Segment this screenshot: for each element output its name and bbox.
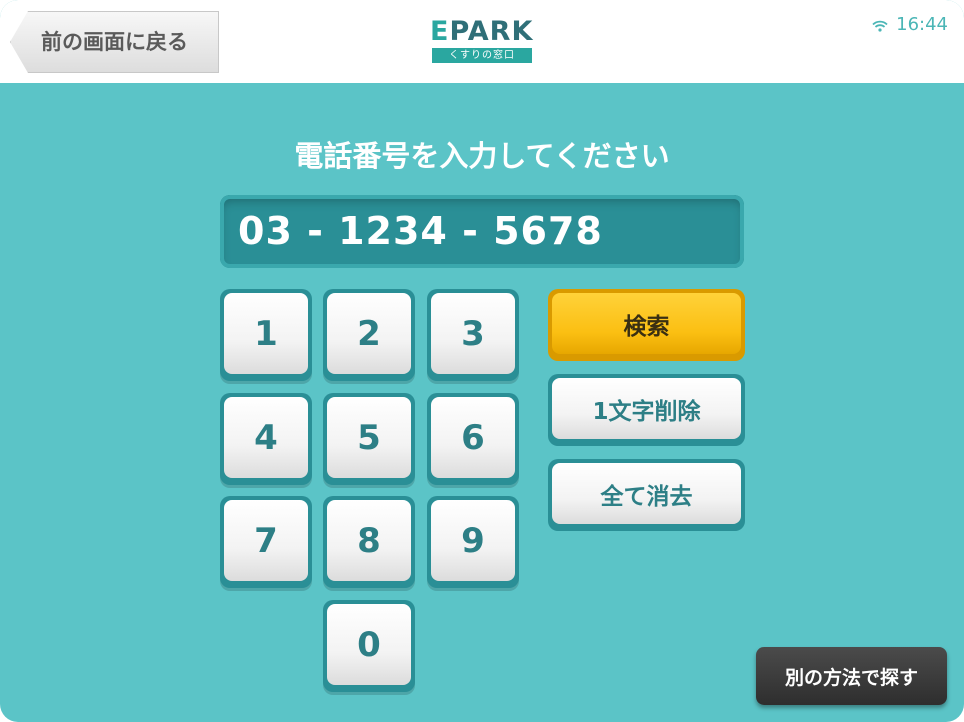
delete-one-button[interactable]: 1文字削除 (548, 374, 745, 446)
search-button[interactable]: 検索 (548, 289, 745, 361)
key-5[interactable]: 5 (323, 393, 415, 485)
clear-all-button-label: 全て消去 (552, 463, 741, 524)
key-1[interactable]: 1 (220, 289, 312, 381)
key-6[interactable]: 6 (427, 393, 519, 485)
key-8-label: 8 (327, 500, 411, 581)
logo-wordmark: EPARK (430, 17, 533, 47)
alternate-search-label: 別の方法で探す (784, 666, 918, 689)
key-4[interactable]: 4 (220, 393, 312, 485)
key-3-label: 3 (431, 293, 515, 374)
phone-number-value: 03 - 1234 - 5678 (238, 209, 603, 253)
key-6-label: 6 (431, 397, 515, 478)
back-button-label: 前の画面に戻る (41, 30, 188, 54)
key-0-label: 0 (327, 604, 411, 685)
key-5-label: 5 (327, 397, 411, 478)
key-4-label: 4 (224, 397, 308, 478)
page-title: 電話番号を入力してください (294, 139, 670, 173)
alternate-search-button[interactable]: 別の方法で探す (756, 647, 947, 705)
key-7[interactable]: 7 (220, 496, 312, 588)
kiosk-screen: 前の画面に戻る EPARK くすりの窓口 16:44 電話番号を入力してください… (0, 0, 964, 722)
logo-park: PARK (449, 16, 534, 47)
logo-subtitle: くすりの窓口 (432, 48, 532, 63)
key-9[interactable]: 9 (427, 496, 519, 588)
delete-one-button-label: 1文字削除 (552, 378, 741, 439)
wifi-icon (872, 18, 892, 34)
key-1-label: 1 (224, 293, 308, 374)
key-8[interactable]: 8 (323, 496, 415, 588)
logo-e: E (430, 16, 450, 47)
key-9-label: 9 (431, 500, 515, 581)
clear-all-button[interactable]: 全て消去 (548, 459, 745, 531)
epark-logo: EPARK くすりの窓口 (430, 17, 534, 65)
key-7-label: 7 (224, 500, 308, 581)
status-time: 16:44 (896, 14, 948, 35)
phone-number-display: 03 - 1234 - 5678 (220, 195, 744, 268)
key-2[interactable]: 2 (323, 289, 415, 381)
search-button-label: 検索 (552, 293, 741, 354)
header-bar: 前の画面に戻る EPARK くすりの窓口 16:44 (0, 0, 964, 83)
key-0[interactable]: 0 (323, 600, 415, 692)
key-2-label: 2 (327, 293, 411, 374)
key-3[interactable]: 3 (427, 289, 519, 381)
status-indicator: 16:44 (872, 14, 948, 35)
back-button[interactable]: 前の画面に戻る (10, 11, 219, 73)
